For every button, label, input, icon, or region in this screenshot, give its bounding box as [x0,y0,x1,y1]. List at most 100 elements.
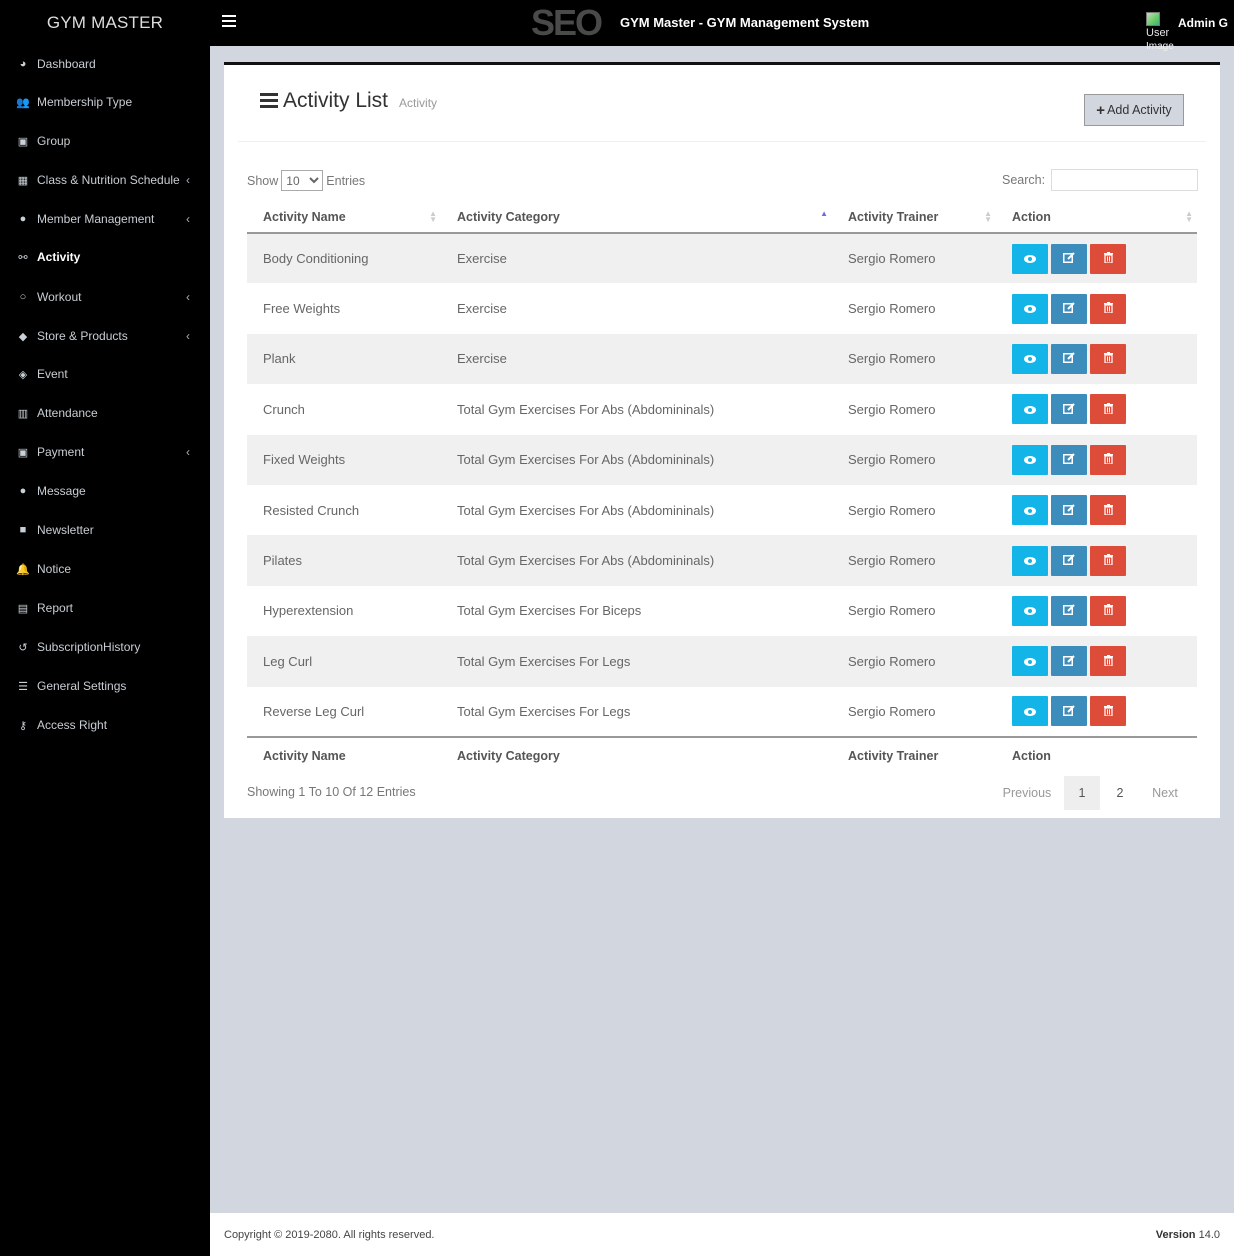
sidebar-toggle-icon[interactable] [222,15,236,29]
delete-button[interactable] [1090,444,1126,475]
sidebar-item-payment[interactable]: ▣ Payment ‹ [0,437,210,467]
sort-icon: ▲ ▼ [1185,209,1193,224]
sidebar-item-access-right[interactable]: ⚷ Access Right [0,710,210,740]
table-row: Pilates Total Gym Exercises For Abs (Abdo… [247,535,1197,586]
workout-icon: ○ [19,291,27,303]
delete-button[interactable] [1090,293,1126,324]
delete-button[interactable] [1090,545,1126,576]
sidebar-item-general-settings[interactable]: ☰ General Settings [0,671,210,701]
action-cell [996,333,1197,385]
edit-button[interactable] [1051,696,1087,727]
view-button[interactable] [1012,394,1048,425]
view-button[interactable] [1012,696,1048,727]
view-button[interactable] [1012,293,1048,324]
view-button[interactable] [1012,646,1048,677]
column-header-activity-category[interactable]: Activity Category ▲ [441,201,832,234]
report-icon: ▤ [17,602,29,615]
edit-button[interactable] [1051,444,1087,475]
sidebar-item-store-products[interactable]: ◆ Store & Products ‹ [0,321,210,351]
view-button[interactable] [1012,444,1048,475]
action-cell [996,636,1197,687]
activity-trainer: Sergio Romero [848,703,936,719]
sidebar-item-notice[interactable]: 🔔 Notice [0,554,210,584]
view-button[interactable] [1012,545,1048,576]
pagination-next[interactable]: Next [1140,776,1190,810]
delete-button[interactable] [1090,243,1126,274]
delete-button[interactable] [1090,495,1126,526]
sidebar-item-newsletter[interactable]: ■ Newsletter [0,515,210,545]
activity-category: Total Gym Exercises For Abs (Abdomininal… [457,502,715,518]
activity-category: Total Gym Exercises For Abs (Abdomininal… [457,401,715,417]
sidebar-item-report[interactable]: ▤ Report [0,593,210,623]
sidebar-item-dashboard[interactable]: ◕ Dashboard [0,49,210,79]
version-info: Version 14.0 [1156,1229,1220,1241]
sidebar-item-message[interactable]: ● Message [0,476,210,506]
sidebar-item-label: Member Management [37,212,155,226]
activity-trainer: Sergio Romero [832,233,996,284]
sidebar-item-member-management[interactable]: ● Member Management ‹ [0,204,210,234]
bell-icon: 🔔 [16,563,30,576]
sidebar-item-group[interactable]: ▣ Group [0,126,210,156]
sidebar-item-label: Group [37,134,71,148]
edit-icon [1063,301,1075,316]
delete-button[interactable] [1090,646,1126,677]
footer-activity-trainer: Activity Trainer [832,735,996,774]
search-label: Search: [1002,173,1046,187]
activity-category: Total Gym Exercises For Legs [441,636,832,687]
action-cell [996,485,1197,535]
sidebar-item-event[interactable]: ◈ Event [0,359,210,389]
activity-trainer: Sergio Romero [848,502,936,518]
delete-button[interactable] [1090,394,1126,425]
table-row: Free Weights Exercise Sergio Romero [247,283,1197,333]
sidebar-item-label: Dashboard [37,57,96,71]
add-activity-button[interactable]: + Add Activity [1084,94,1184,126]
action-cell [996,535,1197,586]
sidebar-item-membership-type[interactable]: 👥 Membership Type [0,87,210,117]
edit-button[interactable] [1051,293,1087,324]
delete-button[interactable] [1090,343,1126,374]
edit-button[interactable] [1051,646,1087,677]
sort-icon: ▲ ▼ [429,209,437,224]
edit-button[interactable] [1051,394,1087,425]
edit-button[interactable] [1051,495,1087,526]
trash-icon [1103,452,1113,467]
delete-button[interactable] [1090,696,1126,727]
eye-icon [1024,704,1036,719]
activity-trainer: Sergio Romero [832,535,996,586]
chevron-left-icon: ‹ [186,445,190,459]
sort-icon: ▲ ▼ [984,209,992,224]
activity-name: Reverse Leg Curl [263,703,365,719]
page-size-select[interactable]: 10 [281,170,324,191]
column-header-activity-trainer[interactable]: Activity Trainer ▲ ▼ [832,201,996,234]
search-input[interactable] [1051,169,1199,191]
pagination-page-2[interactable]: 2 [1100,776,1140,810]
eye-icon [1024,452,1036,467]
edit-button[interactable] [1051,545,1087,576]
edit-button[interactable] [1051,343,1087,374]
sidebar-item-subscriptionhistory[interactable]: ↺ SubscriptionHistory [0,632,210,662]
sidebar-item-class-nutrition-schedule[interactable]: ▦ Class & Nutrition Schedule ‹ [0,165,210,195]
sidebar-item-workout[interactable]: ○ Workout ‹ [0,282,210,312]
view-button[interactable] [1012,243,1048,274]
sidebar-item-attendance[interactable]: ▥ Attendance [0,398,210,428]
key-icon: ⚷ [18,719,28,732]
edit-button[interactable] [1051,595,1087,626]
add-activity-label: Add Activity [1107,103,1172,117]
user-name[interactable]: Admin G [1178,16,1228,30]
column-header-action[interactable]: Action ▲ ▼ [996,201,1197,234]
sidebar-item-label: Store & Products [37,329,128,343]
view-button[interactable] [1012,343,1048,374]
edit-button[interactable] [1051,243,1087,274]
pagination-page-1[interactable]: 1 [1064,776,1100,810]
page-footer: Copyright © 2019-2080. All rights reserv… [210,1212,1234,1256]
table-row: Plank Exercise Sergio Romero [247,333,1197,385]
view-button[interactable] [1012,495,1048,526]
column-header-activity-name[interactable]: Activity Name ▲ ▼ [247,201,441,234]
pagination-previous[interactable]: Previous [990,776,1064,810]
table-header-row: Activity Name ▲ ▼ Activity Category ▲ Activ… [247,201,1197,234]
brand-logo[interactable]: GYM MASTER [0,0,210,46]
view-button[interactable] [1012,595,1048,626]
delete-button[interactable] [1090,595,1126,626]
sidebar-item-activity[interactable]: ⚯ Activity [0,242,210,272]
sidebar-item-label: Membership Type [37,95,133,109]
